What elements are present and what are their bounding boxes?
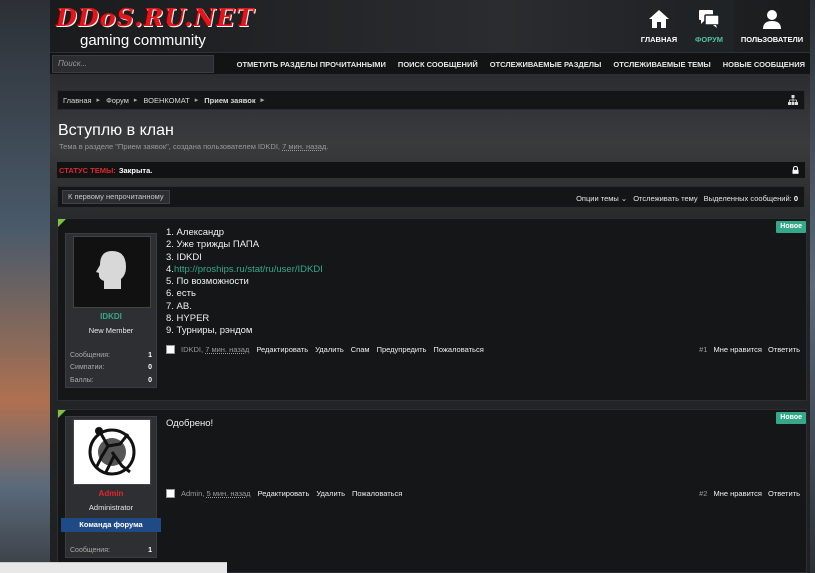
page-title: Вступлю в клан [58, 122, 174, 139]
like-link[interactable]: Мне нравится [713, 345, 761, 354]
breadcrumb-item[interactable]: Прием заявок ▸ [204, 96, 270, 105]
page-background-left [0, 0, 50, 573]
select-message-checkbox[interactable] [166, 488, 175, 498]
message-controls: #1 Мне нравится Ответить [699, 345, 800, 354]
stat-row: Сообщения: 1 [70, 546, 152, 554]
user-info-box: Admin Administrator Команда форума Сообщ… [61, 416, 161, 558]
like-link[interactable]: Мне нравится [713, 489, 761, 498]
message-controls: #2 Мне нравится Ответить [699, 489, 800, 498]
mark-read-link[interactable]: ОТМЕТИТЬ РАЗДЕЛЫ ПРОЧИТАННЫМИ [237, 60, 386, 69]
chevron-down-icon: ⌄ [620, 193, 628, 203]
site-header: DDoS.RU.NET gaming community ГЛАВНАЯ ФОР… [50, 0, 810, 52]
forum-container: DDoS.RU.NET gaming community ГЛАВНАЯ ФОР… [50, 0, 810, 573]
nav-tab-home[interactable]: ГЛАВНАЯ [634, 0, 684, 52]
profile-link[interactable]: http://proships.ru/stat/ru/user/IDKDI [174, 264, 323, 275]
new-corner-marker [58, 219, 66, 227]
message-footer: IDKDI, 7 мин. назад Редактировать Удалит… [166, 343, 800, 355]
thread-options-menu[interactable]: Опции темы ⌄ [576, 194, 627, 203]
delete-link[interactable]: Удалить [316, 489, 345, 498]
sitemap-icon[interactable] [788, 95, 798, 105]
user-title: Administrator [88, 503, 134, 512]
username[interactable]: IDKDI [66, 312, 156, 321]
user-title: New Member [88, 326, 134, 335]
edit-link[interactable]: Редактировать [256, 345, 308, 354]
new-badge: Новое [776, 221, 806, 233]
user-icon [761, 9, 783, 29]
breadcrumb-item[interactable]: Форум ▸ [106, 96, 143, 105]
lock-icon [792, 166, 799, 174]
report-link[interactable]: Пожаловаться [433, 345, 483, 354]
first-unread-button[interactable]: К первому непрочитанному [62, 190, 170, 204]
watched-threads-link[interactable]: ОТСЛЕЖИВАЕМЫЕ ТЕМЫ [613, 60, 710, 69]
post-number[interactable]: #1 [699, 345, 707, 354]
watch-thread-link[interactable]: Отслеживать тему [633, 194, 697, 203]
avatar[interactable] [73, 419, 151, 485]
edit-link[interactable]: Редактировать [258, 489, 310, 498]
site-tagline: gaming community [80, 32, 206, 49]
reply-link[interactable]: Ответить [768, 489, 800, 498]
browser-status-bar [0, 562, 227, 573]
staff-banner: Команда форума [61, 518, 161, 532]
spam-link[interactable]: Спам [351, 345, 370, 354]
status-value: Закрыта. [118, 165, 153, 175]
selected-messages[interactable]: Выделенных сообщений: 0 [704, 194, 798, 203]
sub-navigation: Поиск... ОТМЕТИТЬ РАЗДЕЛЫ ПРОЧИТАННЫМИ П… [50, 52, 810, 74]
page-background-right [810, 0, 815, 573]
message-actions: Admin, 5 мин. назад Редактировать Удалит… [181, 489, 402, 498]
avatar[interactable] [73, 236, 151, 308]
warn-link[interactable]: Предупредить [377, 345, 427, 354]
message-post: Новое IDKDI New Member Сообщения: 1 Симпа… [57, 218, 807, 401]
nav-tab-forum[interactable]: ФОРУМ [684, 0, 734, 52]
message-meta[interactable]: Admin, 5 мин. назад [181, 489, 251, 498]
nav-home-label: ГЛАВНАЯ [640, 35, 678, 44]
nav-forum-label: ФОРУМ [694, 35, 724, 44]
chat-bubbles-icon [698, 9, 720, 29]
status-label: СТАТУС ТЕМЫ: [59, 165, 116, 175]
search-messages-link[interactable]: ПОИСК СООБЩЕНИЙ [398, 60, 478, 69]
new-badge: Новое [776, 412, 806, 424]
thread-toolbar: К первому непрочитанному Опции темы ⌄ От… [57, 186, 805, 208]
stat-row: Сообщения: 1 [70, 351, 152, 359]
admin-avatar-image [88, 427, 136, 476]
user-info-box: IDKDI New Member Сообщения: 1 Симпатии: 0 … [65, 233, 157, 388]
reply-link[interactable]: Ответить [768, 345, 800, 354]
nav-users-label: ПОЛЬЗОВАТЕЛИ [740, 35, 804, 44]
delete-link[interactable]: Удалить [315, 345, 344, 354]
new-posts-link[interactable]: НОВЫЕ СООБЩЕНИЯ [723, 60, 805, 69]
thread-description: Тема в разделе "Прием заявок", создана п… [59, 142, 329, 151]
message-meta[interactable]: IDKDI, 7 мин. назад [181, 345, 249, 354]
site-logo[interactable]: DDoS.RU.NET [56, 3, 255, 32]
username[interactable]: Admin [66, 489, 156, 498]
thread-tools: Опции темы ⌄ Отслеживать тему Выделенных… [576, 187, 798, 209]
user-stats: Сообщения: 1 Симпатии: 0 Баллы: 0 [66, 349, 156, 387]
subnav-links: ОТМЕТИТЬ РАЗДЕЛЫ ПРОЧИТАННЫМИ ПОИСК СООБ… [237, 53, 805, 75]
watched-forums-link[interactable]: ОТСЛЕЖИВАЕМЫЕ РАЗДЕЛЫ [490, 60, 602, 69]
thread-status-bar: СТАТУС ТЕМЫ: Закрыта. [57, 162, 805, 178]
message-content: 1. Александр 2. Уже трижды ПАПА 3. IDKDI… [166, 227, 323, 337]
message-post: Новое Admin Administrator Команда форума… [57, 409, 807, 573]
main-nav: ГЛАВНАЯ ФОРУМ ПОЛЬЗОВАТЕЛИ [634, 0, 810, 52]
message-content: Одобрено! [166, 418, 214, 429]
stat-row: Баллы: 0 [70, 376, 152, 384]
breadcrumb-item[interactable]: Главная ▸ [63, 96, 106, 105]
search-input[interactable]: Поиск... [52, 55, 214, 73]
message-footer: Admin, 5 мин. назад Редактировать Удалит… [166, 487, 800, 499]
stat-row: Симпатии: 0 [70, 364, 152, 372]
breadcrumb: Главная ▸ Форум ▸ ВОЕНКОМАТ ▸ Прием заявок ▸ [57, 90, 805, 110]
user-stats: Сообщения: 1 [66, 544, 156, 557]
nav-tab-users[interactable]: ПОЛЬЗОВАТЕЛИ [734, 0, 810, 52]
message-actions: IDKDI, 7 мин. назад Редактировать Удалит… [181, 345, 484, 354]
select-message-checkbox[interactable] [166, 344, 175, 354]
report-link[interactable]: Пожаловаться [352, 489, 402, 498]
post-number[interactable]: #2 [699, 489, 707, 498]
default-avatar-icon [96, 251, 126, 289]
breadcrumb-item[interactable]: ВОЕНКОМАТ ▸ [143, 96, 204, 105]
home-icon [648, 9, 670, 29]
